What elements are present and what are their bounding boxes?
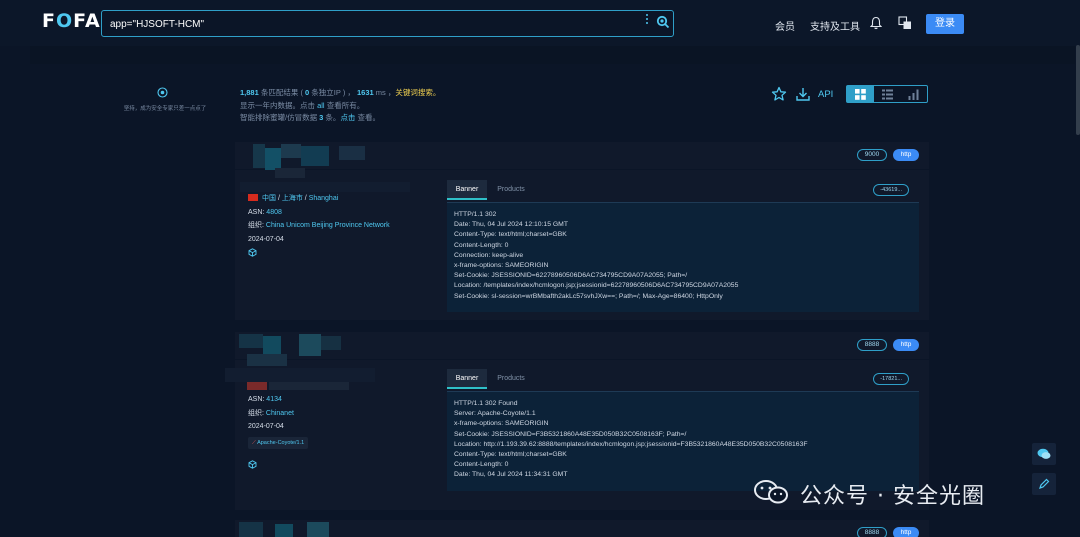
bell-icon[interactable]	[870, 16, 882, 30]
chat-icon	[1037, 448, 1051, 459]
login-button[interactable]: 登录	[926, 14, 964, 34]
nav-support-tools[interactable]: 支持及工具	[810, 18, 860, 33]
protocol-badge[interactable]: http	[893, 149, 919, 161]
host-meta: ASN: 4134 组织: Chinanet 2024-07-04	[248, 393, 294, 434]
tab-products[interactable]: Products	[489, 369, 533, 389]
tech-tag[interactable]: ⟋ Apache-Coyote/1.1	[248, 437, 309, 449]
banner-text: HTTP/1.1 302 Found Server: Apache-Coyote…	[447, 391, 919, 491]
asn-line: ASN: 4808	[248, 208, 282, 216]
asn-link[interactable]: 4134	[266, 396, 282, 403]
translate-icon[interactable]	[898, 16, 912, 30]
redacted-host	[225, 368, 375, 382]
more-options-icon[interactable]	[642, 14, 652, 28]
banner-text: HTTP/1.1 302 Date: Thu, 04 Jul 2024 12:1…	[447, 202, 919, 312]
target-icon	[157, 87, 168, 98]
redacted-host	[339, 146, 365, 160]
detail-tabs: Banner Products -17821...	[447, 369, 919, 389]
redacted-host	[253, 144, 265, 168]
grid-icon	[855, 89, 866, 100]
asn-line: ASN: 4134	[248, 396, 282, 403]
search-icon[interactable]	[656, 15, 670, 29]
summary-line-1: 1,881 条匹配结果 ( 0 条独立IP ) ， 1631 ms ，关键词搜索…	[240, 88, 441, 97]
redacted-host	[275, 168, 305, 178]
redacted-host	[239, 334, 263, 348]
redacted-host	[247, 382, 267, 390]
cn-flag-icon	[248, 194, 258, 201]
protocol-badge[interactable]: http	[893, 339, 919, 351]
search-input[interactable]	[110, 16, 630, 32]
download-icon[interactable]	[795, 86, 811, 102]
update-date: 2024-07-04	[248, 235, 284, 243]
list-view-button[interactable]	[874, 86, 901, 102]
port-badge[interactable]: 9000	[857, 149, 887, 161]
tab-products[interactable]: Products	[489, 180, 533, 200]
result-card: 8888 http	[235, 520, 929, 537]
org-link[interactable]: Chinanet	[266, 410, 294, 417]
nav-membership[interactable]: 会员	[775, 18, 795, 33]
tab-banner[interactable]: Banner	[447, 369, 487, 389]
detail-tabs: Banner Products -43619...	[447, 180, 919, 200]
wechat-icon	[754, 480, 788, 504]
chat-button[interactable]	[1032, 443, 1056, 465]
view-honeypot-link[interactable]: 点击	[340, 113, 355, 122]
update-date: 2024-07-04	[248, 423, 284, 430]
summary-line-3: 智能排除蜜罐/仿冒数据 3 条。点击 查看。	[240, 113, 381, 122]
redacted-host	[281, 144, 301, 158]
keyword-search-link[interactable]: 关键词搜索。	[395, 88, 440, 97]
cube-icon[interactable]	[248, 460, 257, 469]
cube-icon[interactable]	[248, 248, 257, 257]
country-link[interactable]: 中国	[262, 195, 276, 202]
org-line: 组织: China Unicom Beijing Province Networ…	[248, 222, 390, 229]
redacted-host	[247, 354, 287, 366]
view-all-link[interactable]: all	[317, 101, 325, 110]
hash-badge[interactable]: -43619...	[873, 184, 909, 196]
hash-badge[interactable]: -17821...	[873, 373, 909, 385]
redacted-host	[307, 522, 329, 537]
watermark-text: 公众号 · 安全光圈	[800, 484, 985, 509]
pencil-icon	[1039, 478, 1050, 489]
stats-view-button[interactable]	[900, 86, 927, 102]
redacted-host	[269, 382, 349, 390]
org-line: 组织: Chinanet	[248, 409, 294, 417]
city-link[interactable]: Shanghai	[309, 195, 339, 202]
tab-banner[interactable]: Banner	[447, 180, 487, 200]
protocol-badge[interactable]: http	[893, 527, 919, 537]
redacted-host	[321, 336, 341, 350]
star-icon[interactable]	[771, 86, 787, 102]
port-badge[interactable]: 8888	[857, 527, 887, 537]
result-card: 9000 http 中国 / 上海市 / Shanghai ASN: 4808 …	[235, 142, 929, 320]
org-link[interactable]: China Unicom Beijing Province Network	[266, 222, 390, 229]
edit-button[interactable]	[1032, 473, 1056, 495]
host-meta: 中国 / 上海市 / Shanghai ASN: 4808 组织: China …	[248, 192, 390, 246]
port-badge[interactable]: 8888	[857, 339, 887, 351]
redacted-host	[240, 182, 410, 192]
redacted-host	[265, 148, 281, 170]
grid-view-button[interactable]	[847, 86, 874, 102]
region-link[interactable]: 上海市	[282, 195, 303, 202]
redacted-host	[275, 524, 293, 537]
search-bar[interactable]	[101, 10, 674, 37]
scrollbar[interactable]	[1076, 45, 1080, 135]
redacted-host	[299, 334, 321, 356]
api-link[interactable]: API	[818, 89, 833, 100]
bar-chart-icon	[908, 89, 919, 100]
results-summary: 1,881 条匹配结果 ( 0 条独立IP ) ， 1631 ms ，关键词搜索…	[240, 87, 440, 125]
redacted-host	[301, 146, 329, 166]
header-shadow	[30, 46, 1075, 64]
asn-link[interactable]: 4808	[266, 209, 282, 216]
list-icon	[881, 89, 893, 100]
summary-line-2: 显示一年内数据。点击 all 查看所有。	[240, 100, 365, 110]
fofa-logo[interactable]: FOFA	[42, 10, 101, 32]
redacted-host	[263, 336, 281, 356]
redacted-host	[239, 522, 263, 537]
view-switch	[846, 85, 928, 103]
encouragement-tip: 坚持，成为安全专家只差一点点了	[123, 106, 207, 112]
location-line: 中国 / 上海市 / Shanghai	[248, 192, 390, 206]
